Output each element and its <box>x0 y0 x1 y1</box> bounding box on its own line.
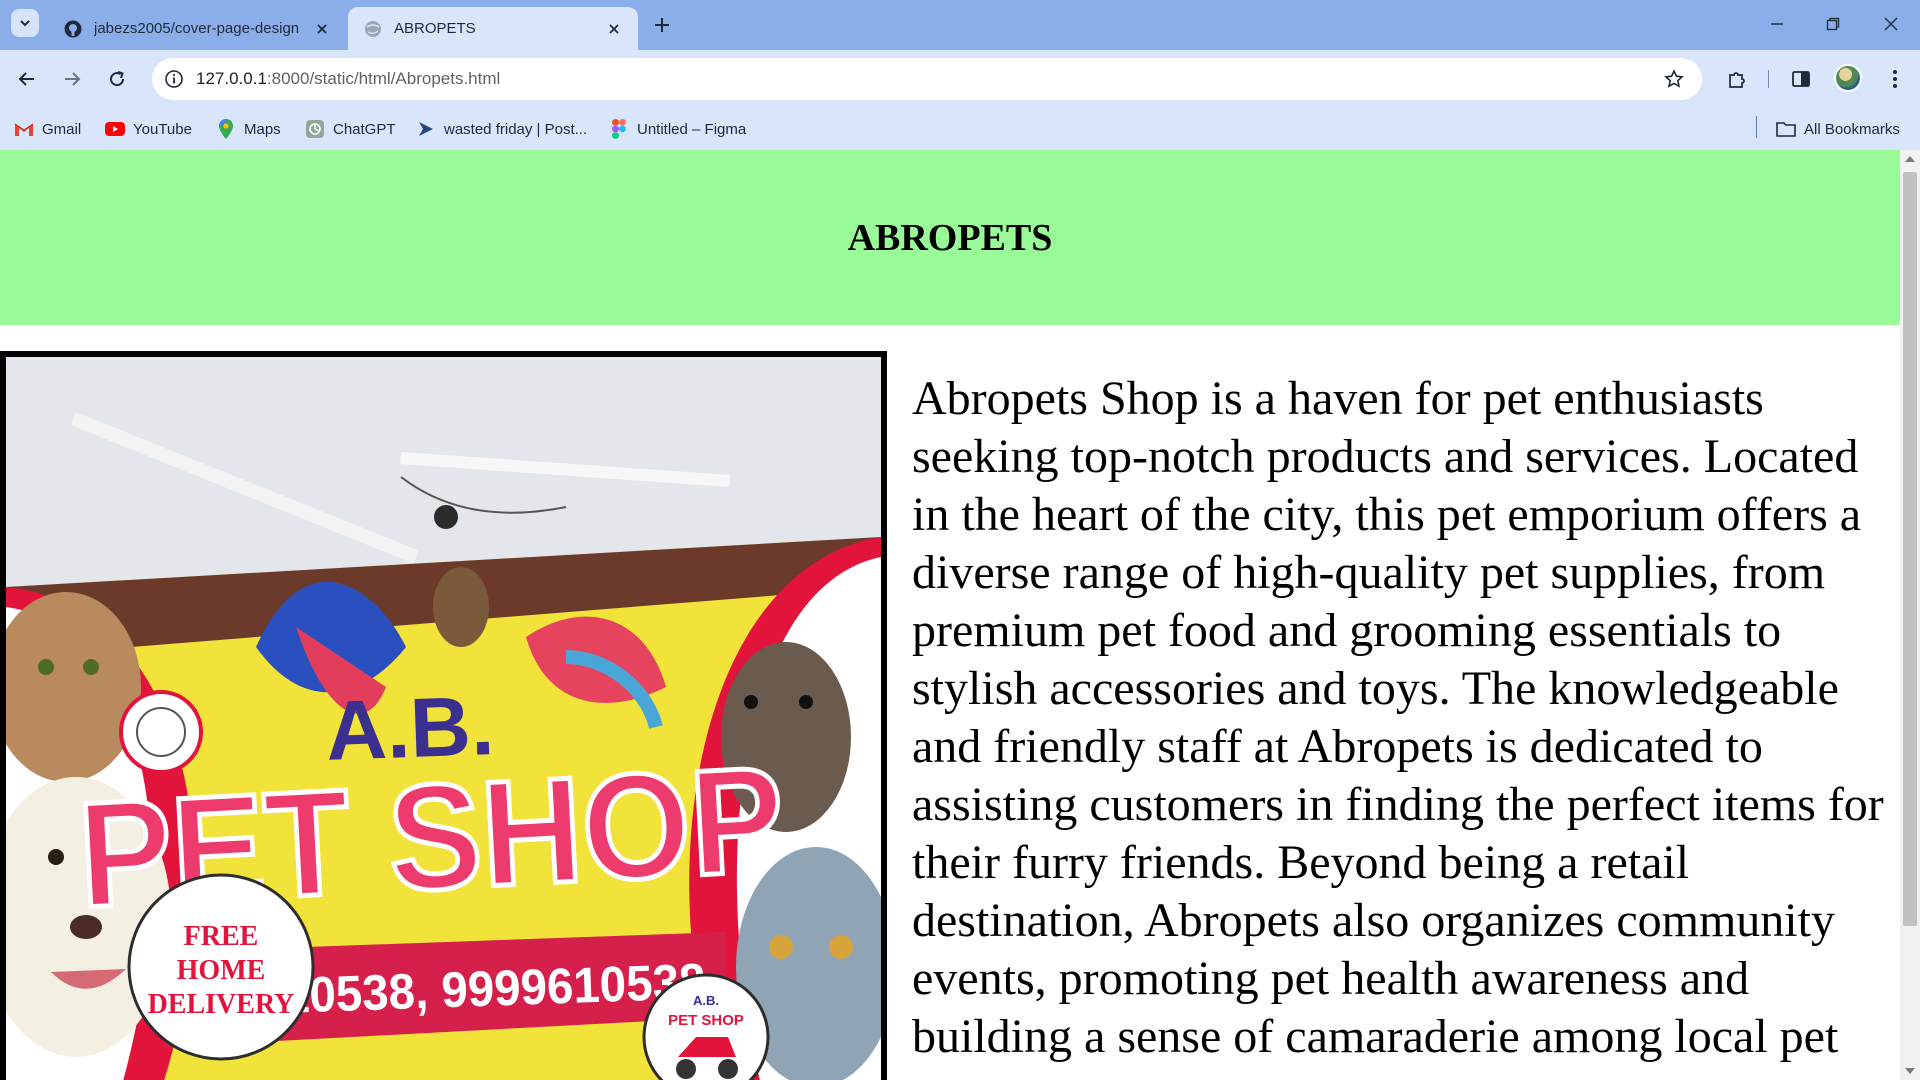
close-tab-button[interactable] <box>604 19 624 39</box>
gmail-icon <box>14 123 34 136</box>
bookmark-label: Untitled – Figma <box>637 120 747 138</box>
tab-search-button[interactable] <box>11 9 39 37</box>
bookmark-maps[interactable]: Maps <box>216 118 281 140</box>
bookmarks-separator <box>1756 116 1757 138</box>
all-bookmarks-label: All Bookmarks <box>1804 120 1900 138</box>
bookmark-gmail[interactable]: Gmail <box>14 118 81 140</box>
delivery-line2: HOME <box>177 955 266 986</box>
bookmark-youtube[interactable]: YouTube <box>105 118 192 140</box>
page-scrollbar[interactable] <box>1900 150 1920 1080</box>
minimize-button[interactable] <box>1762 10 1792 38</box>
star-icon <box>1664 69 1684 88</box>
tab-title: ABROPETS <box>394 20 476 37</box>
scrollbar-thumb[interactable] <box>1903 172 1917 926</box>
forward-button[interactable] <box>57 64 87 94</box>
bookmark-label: wasted friday | Post... <box>444 120 588 138</box>
folder-icon <box>1776 122 1796 137</box>
bookmark-label: Maps <box>244 120 281 138</box>
arrow-left-icon <box>18 72 34 86</box>
badge-bottom: PET SHOP <box>668 1012 744 1029</box>
page-viewport: ABROPETS A.B. PET SHOP 9971610538, 99996… <box>0 150 1900 1080</box>
arrow-right-icon <box>65 72 81 86</box>
url-path: :8000/static/html/Abropets.html <box>266 69 501 88</box>
all-bookmarks-button[interactable]: All Bookmarks <box>1776 118 1900 140</box>
restore-icon <box>1826 17 1840 31</box>
side-panel-icon <box>1792 71 1810 87</box>
badge-top: A.B. <box>693 993 719 1008</box>
close-tab-button[interactable] <box>312 19 332 39</box>
shop-description: Abropets Shop is a haven for pet enthusi… <box>912 372 1884 1063</box>
address-bar[interactable]: 127.0.0.1:8000/static/html/Abropets.html <box>152 58 1702 100</box>
bookmark-label: ChatGPT <box>333 120 396 138</box>
shop-photo: A.B. PET SHOP 9971610538, 9999610538 FRE… <box>0 351 887 1080</box>
bookmark-label: Gmail <box>42 120 82 138</box>
tab-strip: jabezs2005/cover-page-design ABROPETS <box>0 0 1920 50</box>
close-icon <box>1884 17 1898 31</box>
puzzle-icon <box>1729 72 1745 88</box>
globe-icon <box>365 20 381 37</box>
bookmark-star-button[interactable] <box>1662 67 1686 91</box>
reload-button[interactable] <box>102 64 132 94</box>
maps-icon <box>219 119 233 139</box>
github-icon <box>64 20 82 37</box>
idol-figure <box>433 567 489 647</box>
minimize-icon <box>1771 23 1783 25</box>
delivery-line3: DELIVERY <box>148 989 295 1020</box>
tab-title: jabezs2005/cover-page-design <box>94 20 300 37</box>
url-host: 127.0.0.1 <box>196 69 267 88</box>
toolbar-divider <box>1768 70 1769 88</box>
scroll-up-arrow[interactable] <box>1905 156 1915 162</box>
tab-abropets[interactable]: ABROPETS <box>348 7 638 50</box>
more-vert-icon <box>1893 70 1897 88</box>
logo-badge-left <box>119 690 203 774</box>
chatgpt-icon <box>306 120 324 138</box>
close-icon <box>609 23 619 34</box>
bookmark-figma[interactable]: Untitled – Figma <box>609 118 746 140</box>
browser-toolbar: 127.0.0.1:8000/static/html/Abropets.html <box>0 50 1920 108</box>
page-header: ABROPETS <box>0 150 1900 325</box>
bookmarks-bar: Gmail YouTube Maps ChatGPT wasted friday… <box>0 108 1920 150</box>
bookmark-label: YouTube <box>133 120 192 138</box>
page-title: ABROPETS <box>847 216 1053 259</box>
scroll-down-arrow[interactable] <box>1905 1068 1915 1074</box>
url-text: 127.0.0.1:8000/static/html/Abropets.html <box>196 69 500 89</box>
profile-avatar[interactable] <box>1834 64 1862 92</box>
figma-icon <box>612 119 626 139</box>
reload-icon <box>110 71 125 87</box>
delivery-line1: FREE <box>184 921 259 952</box>
close-icon <box>317 23 327 34</box>
side-panel-button[interactable] <box>1786 64 1816 94</box>
menu-button[interactable] <box>1880 64 1910 94</box>
chevron-down-icon <box>20 20 30 27</box>
extensions-button[interactable] <box>1722 64 1752 94</box>
youtube-icon <box>105 122 125 136</box>
bookmark-chatgpt[interactable]: ChatGPT <box>305 118 396 140</box>
back-button[interactable] <box>12 64 42 94</box>
new-tab-button[interactable] <box>650 13 674 37</box>
close-window-button[interactable] <box>1876 10 1906 38</box>
plus-icon <box>655 18 669 32</box>
restore-button[interactable] <box>1818 10 1848 38</box>
site-info-icon[interactable] <box>162 67 186 91</box>
postman-icon <box>419 122 433 136</box>
tab-github[interactable]: jabezs2005/cover-page-design <box>48 7 346 50</box>
bookmark-postman[interactable]: wasted friday | Post... <box>416 118 587 140</box>
